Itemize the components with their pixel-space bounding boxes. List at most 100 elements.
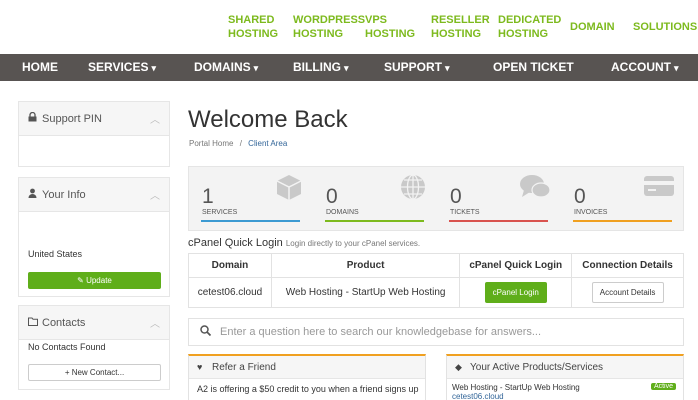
account-details-button[interactable]: Account Details [591, 282, 664, 303]
nav-billing[interactable]: BILLING ▾ [293, 54, 349, 81]
globe-icon [399, 173, 427, 206]
stat-value: 1 [202, 185, 214, 208]
stat-domains[interactable]: 0 DOMAINS [313, 167, 437, 230]
chevron-up-icon[interactable]: ︿ [150, 187, 160, 202]
top-link-reseller-hosting[interactable]: RESELLER HOSTING [431, 13, 490, 41]
kb-search-input[interactable]: Enter a question here to search our know… [188, 318, 684, 346]
nav-services[interactable]: SERVICES ▾ [88, 54, 156, 81]
breadcrumb-home[interactable]: Portal Home [189, 139, 233, 148]
your-info-header[interactable]: Your Info ︿ [19, 178, 169, 212]
status-badge: Active [650, 383, 676, 390]
new-contact-label: + New Contact... [64, 368, 125, 377]
support-pin-header[interactable]: Support PIN ︿ [19, 102, 169, 136]
heart-icon: ♥ [197, 362, 203, 372]
stats-bar: 1 SERVICES 0 DOMAINS 0 TICKETS 0 INVOICE… [188, 166, 684, 231]
nav-domains[interactable]: DOMAINS ▾ [194, 54, 258, 81]
top-link-dedicated-hosting[interactable]: DEDICATED HOSTING [498, 13, 561, 41]
nav-support-label: SUPPORT [384, 60, 443, 74]
stat-services[interactable]: 1 SERVICES [189, 167, 313, 230]
product-domain[interactable]: cetest06.cloud [452, 392, 678, 400]
nav-services-label: SERVICES [88, 60, 149, 74]
breadcrumb-separator: / [239, 139, 242, 148]
new-contact-button[interactable]: + New Contact... [28, 364, 161, 381]
active-products-title: Your Active Products/Services [470, 361, 604, 373]
cpanel-login-button[interactable]: cPanel Login [484, 282, 547, 303]
stat-label: SERVICES [202, 209, 238, 216]
lock-icon [28, 111, 42, 125]
nav-home[interactable]: HOME [22, 54, 58, 81]
cpanel-title: cPanel Quick Login [188, 237, 283, 249]
top-link-solutions[interactable]: SOLUTIONS [633, 20, 697, 34]
user-icon [28, 188, 42, 201]
cpanel-section-title: cPanel Quick Login Login directly to you… [188, 237, 420, 249]
row-login-cell: cPanel Login [459, 277, 573, 308]
active-products-panel: ◆ Your Active Products/Services Web Host… [446, 354, 684, 400]
contacts-header[interactable]: Contacts ︿ [19, 306, 169, 340]
nav-home-label: HOME [22, 60, 58, 74]
breadcrumb: Portal Home / Client Area [189, 139, 287, 148]
update-label: Update [86, 276, 112, 285]
col-domain: Domain [188, 253, 272, 278]
stat-value: 0 [450, 185, 462, 208]
page-title: Welcome Back [188, 106, 348, 133]
stat-invoices[interactable]: 0 INVOICES [561, 167, 685, 230]
no-contacts-text: No Contacts Found [28, 342, 106, 352]
cpanel-login-label: cPanel Login [492, 288, 539, 297]
support-pin-panel: Support PIN ︿ [18, 101, 170, 167]
kb-search-placeholder: Enter a question here to search our know… [220, 326, 542, 338]
contacts-title: Contacts [42, 316, 86, 329]
caret-down-icon: ▾ [674, 63, 679, 73]
col-product: Product [270, 253, 461, 278]
caret-down-icon: ▾ [151, 63, 156, 73]
row-product: Web Hosting - StartUp Web Hosting [270, 277, 461, 308]
stat-underline [201, 220, 300, 222]
stat-underline [573, 220, 672, 222]
info-country: United States [28, 249, 83, 259]
col-quick-login: cPanel Quick Login [459, 253, 573, 278]
col-connection-details: Connection Details [571, 253, 684, 278]
nav-support[interactable]: SUPPORT ▾ [384, 54, 450, 81]
chevron-up-icon[interactable]: ︿ [150, 315, 160, 330]
refer-friend-text: A2 is offering a $50 credit to you when … [197, 384, 419, 394]
contacts-panel: Contacts ︿ No Contacts Found + New Conta… [18, 305, 170, 390]
list-item[interactable]: Web Hosting - StartUp Web Hosting cetest… [447, 379, 683, 400]
top-link-wordpress-hosting[interactable]: WORDPRESS HOSTING [293, 13, 365, 41]
caret-down-icon: ▾ [445, 63, 450, 73]
stat-value: 0 [326, 185, 338, 208]
stat-underline [449, 220, 548, 222]
update-button[interactable]: ✎ Update [28, 272, 161, 289]
stat-label: DOMAINS [326, 209, 359, 216]
your-info-title: Your Info [42, 188, 86, 201]
nav-open-ticket-label: OPEN TICKET [493, 60, 574, 74]
search-icon [200, 325, 212, 339]
caret-down-icon: ▾ [344, 63, 349, 73]
cpanel-table: Domain Product cPanel Quick Login Connec… [188, 253, 684, 308]
cpanel-subtitle: Login directly to your cPanel services. [285, 239, 421, 248]
breadcrumb-current: Client Area [248, 139, 288, 148]
row-domain: cetest06.cloud [188, 277, 272, 308]
nav-account-label: ACCOUNT [611, 60, 671, 74]
table-header-row: Domain Product cPanel Quick Login Connec… [188, 253, 684, 278]
nav-account[interactable]: ACCOUNT ▾ [611, 54, 679, 81]
top-link-domain[interactable]: DOMAIN [570, 20, 615, 34]
main-navbar: HOME SERVICES ▾ DOMAINS ▾ BILLING ▾ SUPPORT… [0, 54, 698, 81]
chevron-up-icon[interactable]: ︿ [150, 111, 160, 126]
product-name: Web Hosting - StartUp Web Hosting [452, 383, 580, 392]
nav-domains-label: DOMAINS [194, 60, 251, 74]
cube-icon [275, 173, 303, 206]
nav-open-ticket[interactable]: OPEN TICKET [493, 54, 574, 81]
stat-tickets[interactable]: 0 TICKETS [437, 167, 561, 230]
stat-label: INVOICES [574, 209, 608, 216]
top-link-vps-hosting[interactable]: VPS HOSTING [365, 13, 415, 41]
stat-underline [325, 220, 424, 222]
refer-friend-title: Refer a Friend [212, 361, 276, 373]
top-link-shared-hosting[interactable]: SHARED HOSTING [228, 13, 278, 41]
caret-down-icon: ▾ [253, 63, 259, 73]
account-details-label: Account Details [599, 288, 656, 297]
top-links: SHARED HOSTING WORDPRESS HOSTING VPS HOSTIN… [0, 0, 698, 54]
active-products-header: ◆ Your Active Products/Services [447, 356, 683, 379]
pencil-icon: ✎ [77, 276, 87, 285]
refer-friend-panel: ♥ Refer a Friend A2 is offering a $50 cr… [188, 354, 426, 400]
stat-value: 0 [574, 185, 586, 208]
table-row: cetest06.cloud Web Hosting - StartUp Web… [188, 277, 684, 308]
